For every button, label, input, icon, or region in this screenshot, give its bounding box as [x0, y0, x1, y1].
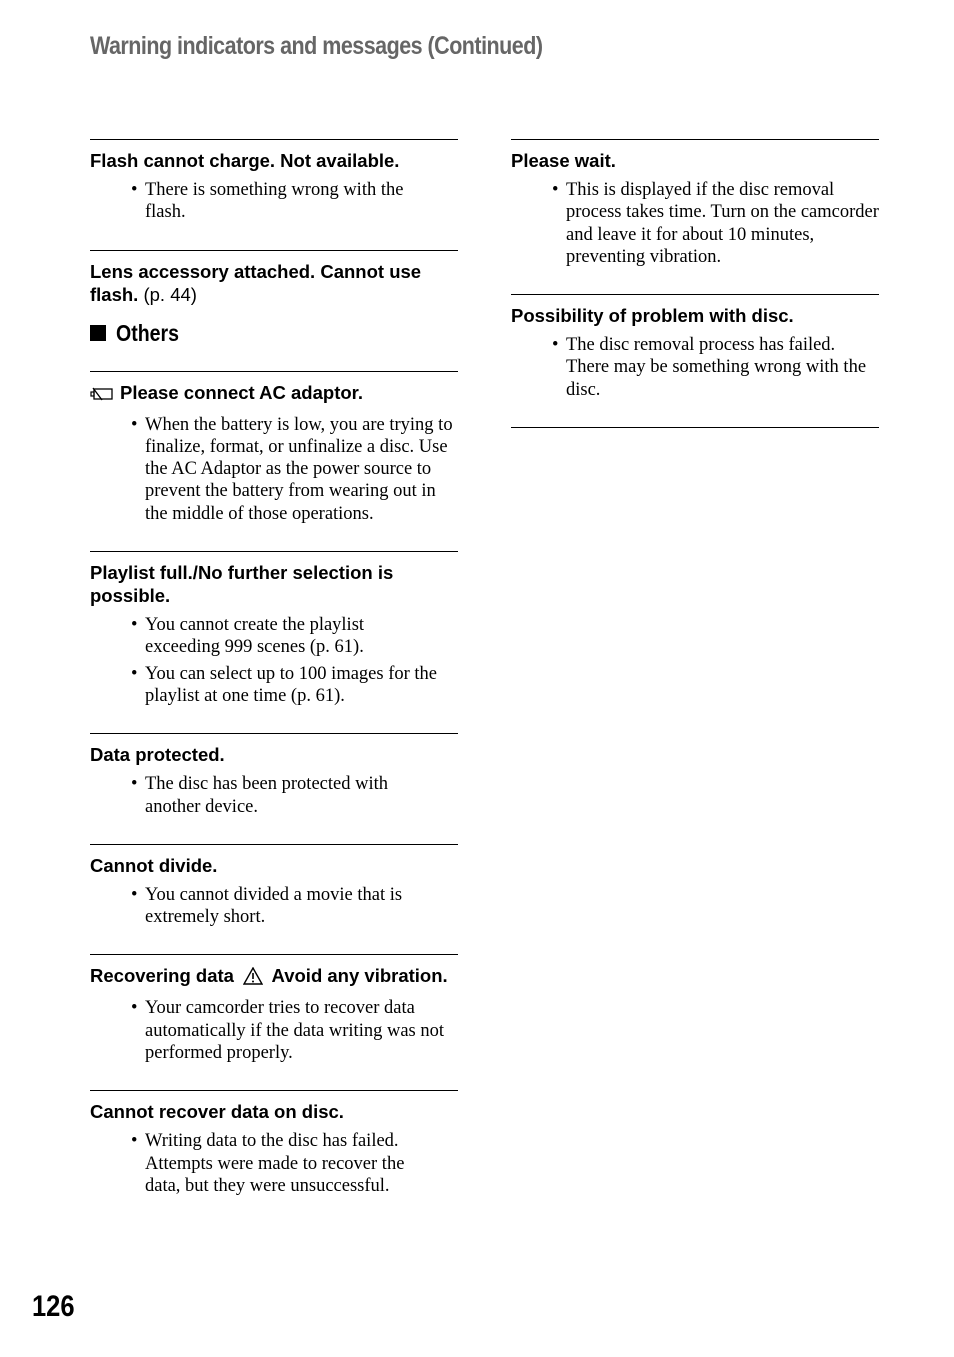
- bullet-item: The disc has been protected with another…: [90, 773, 425, 818]
- page-number: 126: [32, 1290, 75, 1323]
- message-entry: Recovering data Avoid any vibration. You…: [90, 954, 458, 1090]
- message-title: Data protected.: [90, 744, 225, 766]
- bullet-item: You cannot divided a movie that is extre…: [90, 884, 435, 929]
- message-entry: Flash cannot charge. Not available. Ther…: [90, 139, 458, 250]
- bullet-item: The disc removal process has failed. The…: [511, 334, 879, 401]
- message-title: Cannot recover data on disc.: [90, 1101, 344, 1123]
- message-entry: Playlist full./No further selection is p…: [90, 551, 458, 733]
- message-entry: Cannot divide. You cannot divided a movi…: [90, 843, 458, 955]
- right-column: Please wait. This is displayed if the di…: [511, 139, 879, 429]
- message-entry: Data protected. The disc has been protec…: [90, 733, 458, 844]
- message-title: Please connect AC adaptor.: [90, 381, 458, 407]
- bullet-item: You cannot create the playlist exceeding…: [90, 614, 395, 659]
- message-title: Please wait.: [511, 150, 616, 171]
- bullet-item: Your camcorder tries to recover data aut…: [90, 997, 445, 1064]
- bullet-item: When the battery is low, you are trying …: [90, 414, 458, 525]
- page-reference: (p. 44): [143, 283, 197, 305]
- message-title: Playlist full./No further selection is p…: [90, 562, 394, 607]
- bullet-item: You can select up to 100 images for the …: [90, 663, 458, 708]
- message-entry: Please wait. This is displayed if the di…: [511, 139, 879, 294]
- black-square-icon: [90, 325, 106, 342]
- message-entry: Cannot recover data on disc. Writing dat…: [90, 1090, 458, 1197]
- bullet-item: There is something wrong with the flash.: [90, 179, 405, 224]
- warning-triangle-icon: [242, 967, 264, 990]
- message-title: Cannot divide.: [90, 854, 218, 876]
- ac-adaptor-battery-icon: [90, 384, 114, 407]
- left-column: Flash cannot charge. Not available. Ther…: [90, 139, 458, 1201]
- message-title: Recovering data Avoid any vibration.: [90, 964, 458, 990]
- bullet-item: Writing data to the disc has failed. Att…: [90, 1130, 435, 1197]
- message-entry: Possibility of problem with disc. The di…: [511, 294, 879, 427]
- message-entry: Please connect AC adaptor. When the batt…: [90, 370, 458, 551]
- message-title: Lens accessory attached. Cannot use flas…: [90, 260, 422, 305]
- message-entry: Lens accessory attached. Cannot use flas…: [90, 249, 458, 306]
- message-title: Flash cannot charge. Not available.: [90, 150, 400, 171]
- divider: [511, 427, 879, 429]
- section-heading: Others: [90, 320, 458, 347]
- message-title: Possibility of problem with disc.: [511, 305, 794, 327]
- bullet-item: This is displayed if the disc removal pr…: [511, 179, 879, 268]
- page-header-title: Warning indicators and messages (Continu…: [90, 32, 543, 60]
